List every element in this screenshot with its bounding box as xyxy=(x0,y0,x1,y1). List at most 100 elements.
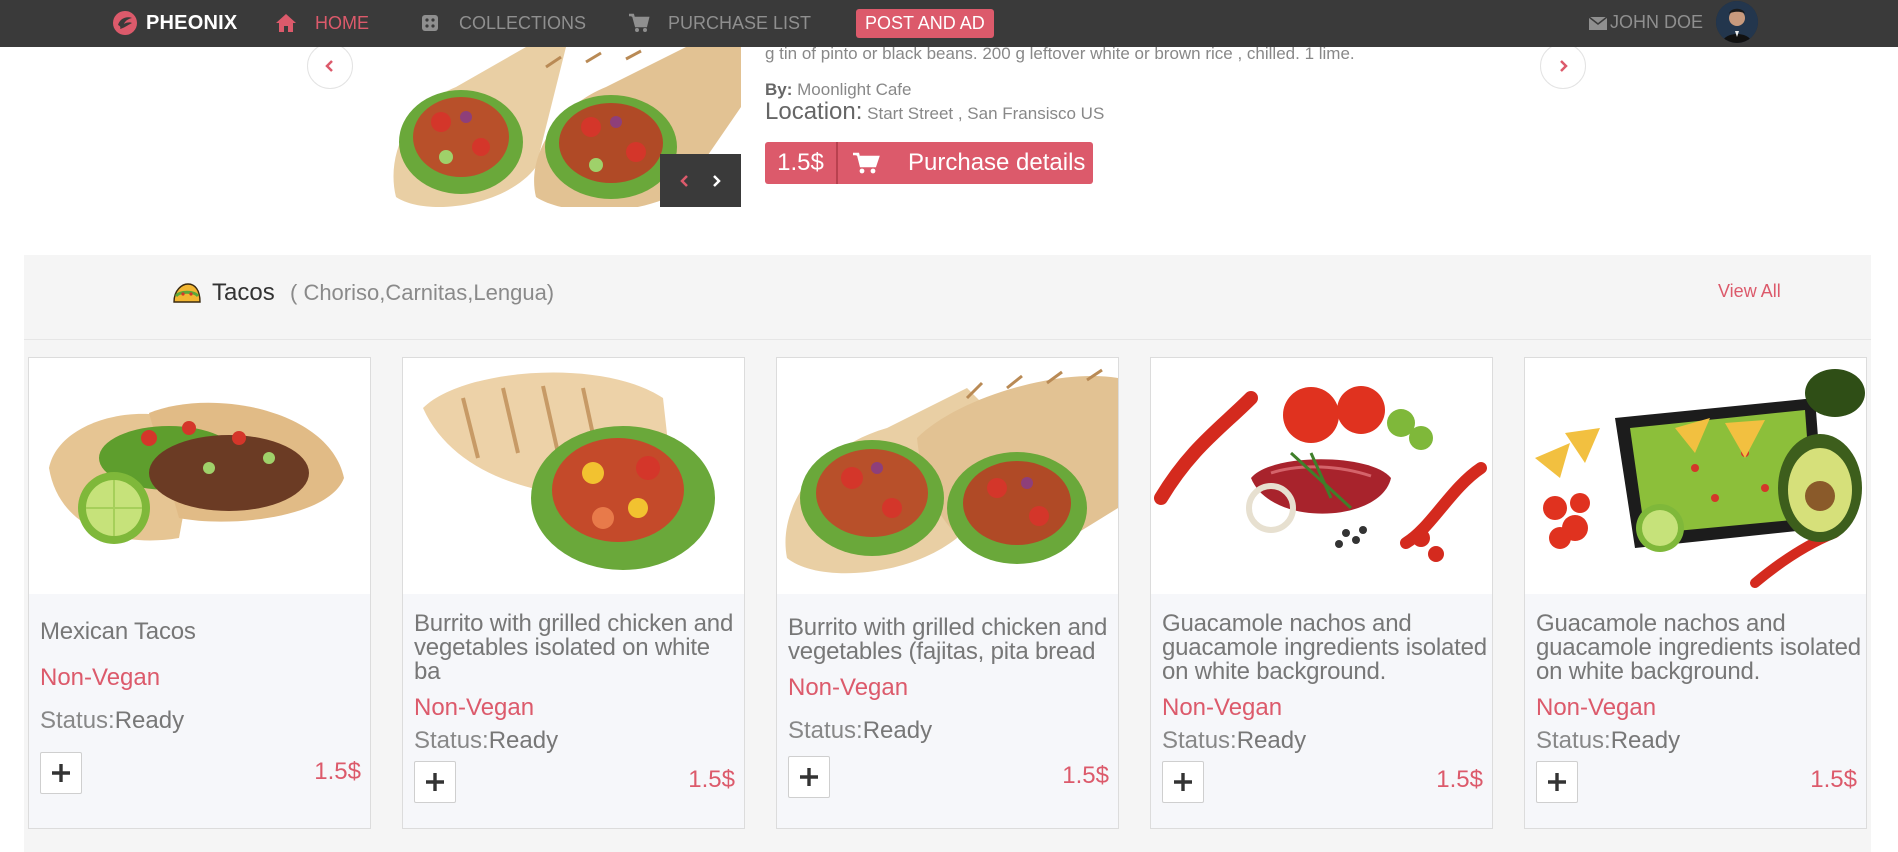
purchase-details-button[interactable]: 1.5$ Purchase details xyxy=(765,142,1093,184)
avatar[interactable] xyxy=(1716,1,1758,43)
user-name: JOHN DOE xyxy=(1610,12,1704,32)
plus-icon xyxy=(1174,773,1192,791)
section-name: Tacos xyxy=(212,279,275,306)
top-navbar: PHEONIX HOME COLLECTIONS PURCHASE LIST P… xyxy=(0,0,1898,47)
burrito-image-icon xyxy=(403,358,744,594)
product-card[interactable]: Guacamole nachos and guacamole ingredien… xyxy=(1150,357,1493,829)
plus-icon xyxy=(426,773,444,791)
product-diet: Non-Vegan xyxy=(1536,694,1657,721)
status-value: Ready xyxy=(862,717,933,744)
product-status: Status:Ready xyxy=(414,727,558,755)
product-price: 1.5$ xyxy=(688,766,735,793)
meat-ingredients-image-icon xyxy=(1151,358,1492,594)
status-value: Ready xyxy=(488,727,559,754)
chevron-left-icon xyxy=(325,60,333,72)
purchase-details-label: Purchase details xyxy=(908,149,1086,176)
add-button[interactable] xyxy=(788,756,830,798)
brand-name: PHEONIX xyxy=(146,11,238,34)
status-label: Status: xyxy=(414,727,489,754)
featured-description: g tin of pinto or black beans. 200 g lef… xyxy=(765,44,1355,63)
product-body: Mexican Tacos Non-Vegan Status:Ready 1.5… xyxy=(29,594,370,828)
cart-icon xyxy=(853,152,880,174)
add-button[interactable] xyxy=(1162,761,1204,803)
cart-icon xyxy=(629,13,650,32)
product-title: Guacamole nachos and guacamole ingredien… xyxy=(1162,610,1487,685)
image-prev-button[interactable] xyxy=(675,171,695,191)
view-all-link[interactable]: View All xyxy=(1718,281,1781,302)
user-menu[interactable]: JOHN DOE xyxy=(1588,12,1703,33)
status-value: Ready xyxy=(1610,727,1681,754)
product-title: Burrito with grilled chicken and vegetab… xyxy=(414,610,734,685)
slider-prev-button[interactable] xyxy=(307,43,353,89)
product-image[interactable] xyxy=(403,358,744,594)
product-status: Status:Ready xyxy=(40,707,184,735)
product-diet: Non-Vegan xyxy=(1162,694,1283,721)
featured-by-label: By: xyxy=(765,80,793,99)
status-label: Status: xyxy=(40,707,115,734)
status-value: Ready xyxy=(1236,727,1307,754)
featured-location-label: Location: xyxy=(765,98,863,125)
featured-price: 1.5$ xyxy=(765,142,838,184)
status-value: Ready xyxy=(114,707,185,734)
add-button[interactable] xyxy=(1536,761,1578,803)
guacamole-image-icon xyxy=(1525,358,1866,594)
post-ad-button[interactable]: POST AND AD xyxy=(856,9,994,38)
featured-author: By: Moonlight Cafe xyxy=(765,80,911,100)
slider-next-button[interactable] xyxy=(1540,43,1586,89)
product-price: 1.5$ xyxy=(1436,766,1483,793)
product-card[interactable]: Burrito with grilled chicken and vegetab… xyxy=(776,357,1119,829)
phoenix-logo-icon xyxy=(113,11,137,35)
section-header: Tacos ( Choriso,Carnitas,Lengua) View Al… xyxy=(24,255,1871,340)
user-avatar-icon xyxy=(1716,1,1758,43)
product-price: 1.5$ xyxy=(314,758,361,785)
add-button[interactable] xyxy=(414,761,456,803)
home-icon xyxy=(276,14,296,32)
featured-by-value: Moonlight Cafe xyxy=(797,80,912,99)
featured-image-controls xyxy=(660,154,741,207)
product-image[interactable] xyxy=(1525,358,1866,594)
burrito-halves-image-icon xyxy=(777,358,1118,594)
product-body: Burrito with grilled chicken and vegetab… xyxy=(777,594,1118,828)
tacos-image-icon xyxy=(29,358,370,594)
nav-purchase-list[interactable]: PURCHASE LIST xyxy=(628,12,811,34)
nav-collections[interactable]: COLLECTIONS xyxy=(419,12,586,34)
brand[interactable]: PHEONIX xyxy=(112,10,237,36)
product-title: Mexican Tacos xyxy=(40,618,196,645)
featured-location-value: Start Street , San Fransisco US xyxy=(867,104,1105,123)
product-body: Burrito with grilled chicken and vegetab… xyxy=(403,594,744,828)
nav-home[interactable]: HOME xyxy=(275,12,369,34)
product-body: Guacamole nachos and guacamole ingredien… xyxy=(1151,594,1492,828)
product-status: Status:Ready xyxy=(1162,727,1306,755)
collections-icon xyxy=(422,15,438,31)
product-diet: Non-Vegan xyxy=(40,664,161,691)
product-body: Guacamole nachos and guacamole ingredien… xyxy=(1525,594,1866,828)
nav-home-label: HOME xyxy=(315,12,369,33)
section-subtitle: ( Choriso,Carnitas,Lengua) xyxy=(290,280,555,305)
product-card[interactable]: Guacamole nachos and guacamole ingredien… xyxy=(1524,357,1867,829)
image-next-button[interactable] xyxy=(706,171,726,191)
nav-purchase-list-label: PURCHASE LIST xyxy=(668,12,812,33)
status-label: Status: xyxy=(1536,727,1611,754)
product-card[interactable]: Mexican Tacos Non-Vegan Status:Ready 1.5… xyxy=(28,357,371,829)
product-image[interactable] xyxy=(1151,358,1492,594)
product-card[interactable]: Burrito with grilled chicken and vegetab… xyxy=(402,357,745,829)
product-status: Status:Ready xyxy=(1536,727,1680,755)
chevron-left-icon xyxy=(680,174,689,187)
product-title: Guacamole nachos and guacamole ingredien… xyxy=(1536,610,1861,685)
status-label: Status: xyxy=(1162,727,1237,754)
plus-icon xyxy=(800,768,818,786)
taco-icon xyxy=(173,283,201,303)
status-label: Status: xyxy=(788,717,863,744)
section-title: Tacos xyxy=(172,279,275,307)
product-price: 1.5$ xyxy=(1810,766,1857,793)
add-button[interactable] xyxy=(40,752,82,794)
product-title: Burrito with grilled chicken and vegetab… xyxy=(788,614,1108,665)
plus-icon xyxy=(52,764,70,782)
product-diet: Non-Vegan xyxy=(788,674,909,701)
chevron-right-icon xyxy=(1560,60,1568,72)
featured-location: Location: Start Street , San Fransisco U… xyxy=(765,98,1104,126)
envelope-icon xyxy=(1588,15,1608,30)
product-image[interactable] xyxy=(777,358,1118,594)
product-price: 1.5$ xyxy=(1062,762,1109,789)
product-image[interactable] xyxy=(29,358,370,594)
